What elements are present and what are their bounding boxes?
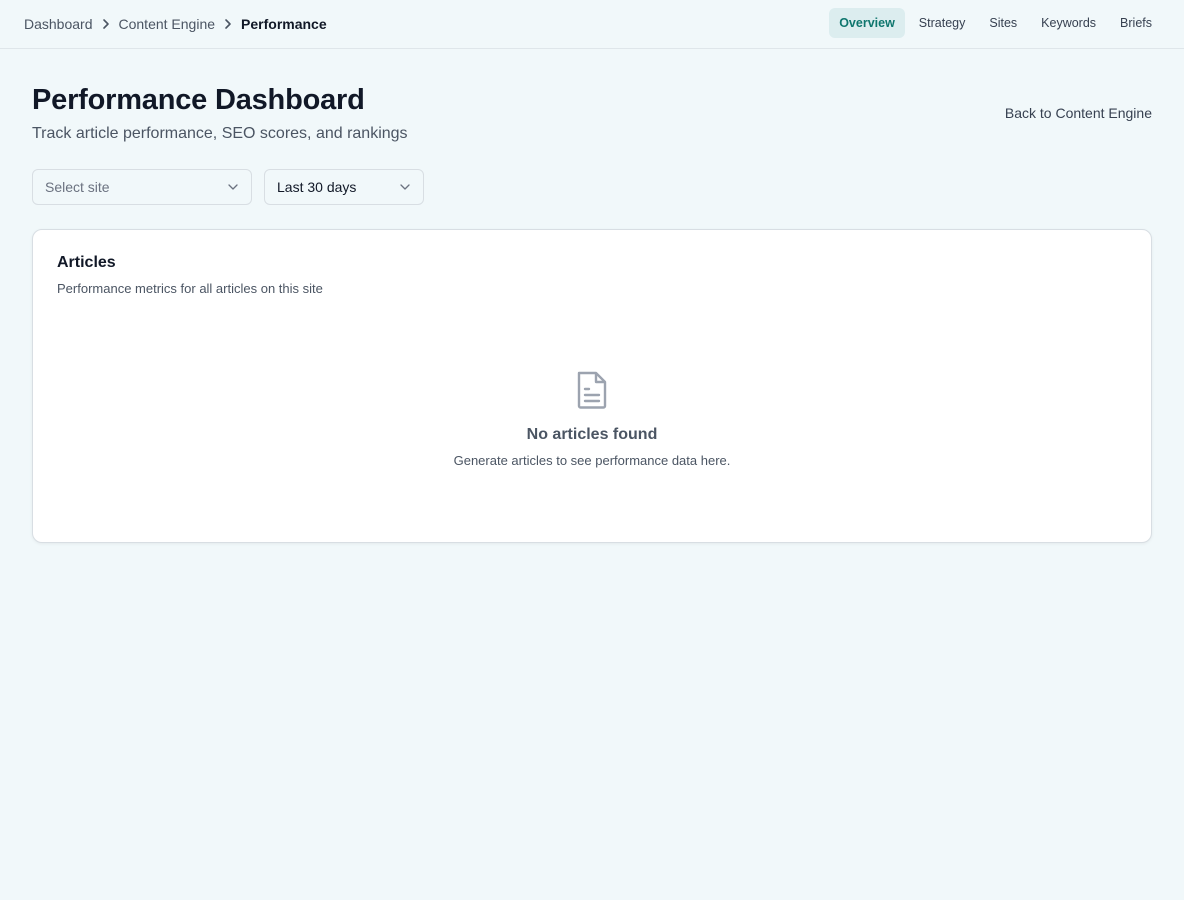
- chevron-right-icon: [93, 18, 119, 30]
- chevron-down-icon: [400, 184, 410, 190]
- document-icon: [577, 371, 607, 409]
- articles-card: Articles Performance metrics for all art…: [32, 229, 1152, 543]
- breadcrumb-dashboard[interactable]: Dashboard: [24, 16, 93, 32]
- breadcrumb-current: Performance: [241, 16, 327, 32]
- site-select[interactable]: Select site: [32, 169, 252, 205]
- nav-strategy[interactable]: Strategy: [909, 8, 976, 38]
- top-bar: Dashboard Content Engine Performance Ove…: [0, 0, 1184, 49]
- top-nav: Overview Strategy Sites Keywords Briefs: [829, 8, 1162, 38]
- breadcrumb-content-engine[interactable]: Content Engine: [119, 16, 216, 32]
- articles-card-description: Performance metrics for all articles on …: [57, 281, 323, 296]
- page-subtitle: Track article performance, SEO scores, a…: [32, 125, 408, 142]
- articles-card-title: Articles: [57, 254, 116, 271]
- chevron-down-icon: [228, 184, 238, 190]
- nav-overview[interactable]: Overview: [829, 8, 905, 38]
- page-title: Performance Dashboard: [32, 84, 365, 116]
- empty-state-title: No articles found: [526, 426, 658, 443]
- date-range-select[interactable]: Last 30 days: [264, 169, 424, 205]
- date-range-value: Last 30 days: [277, 179, 357, 195]
- nav-keywords[interactable]: Keywords: [1031, 8, 1106, 38]
- breadcrumb: Dashboard Content Engine Performance: [24, 0, 327, 48]
- nav-briefs[interactable]: Briefs: [1110, 8, 1162, 38]
- site-select-placeholder: Select site: [45, 179, 110, 195]
- empty-state-message: Generate articles to see performance dat…: [453, 453, 731, 468]
- chevron-right-icon: [215, 18, 241, 30]
- nav-sites[interactable]: Sites: [979, 8, 1027, 38]
- back-to-content-engine-link[interactable]: Back to Content Engine: [1005, 105, 1152, 121]
